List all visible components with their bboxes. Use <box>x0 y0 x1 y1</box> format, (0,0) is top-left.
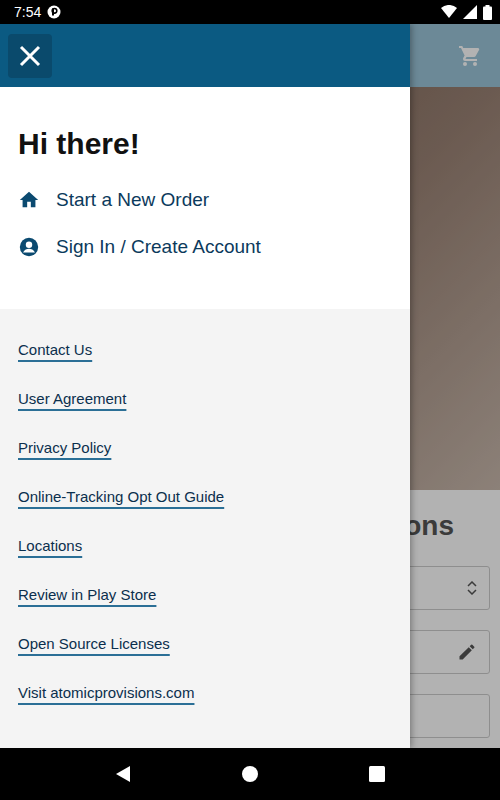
back-icon[interactable] <box>114 765 132 783</box>
signal-icon <box>463 5 477 19</box>
drawer-link[interactable]: Contact Us <box>18 337 92 362</box>
close-icon <box>18 44 42 68</box>
drawer-link[interactable]: Review in Play Store <box>18 582 156 607</box>
drawer-header <box>0 24 410 87</box>
navigation-drawer: Hi there! Start a New Order Sign In / Crea… <box>0 24 410 748</box>
screen: 7:54ionsHi there!Start a New OrderSign I… <box>0 0 500 800</box>
status-time: 7:54 <box>14 4 41 20</box>
drawer-link[interactable]: User Agreement <box>18 386 126 411</box>
drawer-link[interactable]: Online-Tracking Opt Out Guide <box>18 484 224 509</box>
status-bar: 7:54 <box>0 0 500 24</box>
greeting: Hi there! <box>18 127 392 161</box>
drawer-link[interactable]: Open Source Licenses <box>18 631 170 656</box>
home-button-icon[interactable] <box>241 765 259 783</box>
drawer-action[interactable]: Sign In / Create Account <box>18 230 392 263</box>
close-button[interactable] <box>8 34 52 78</box>
drawer-link[interactable]: Privacy Policy <box>18 435 111 460</box>
drawer-action[interactable]: Start a New Order <box>18 183 392 216</box>
link-list: Contact Us User Agreement Privacy Policy On… <box>0 309 410 733</box>
wifi-icon <box>441 5 457 19</box>
main-area: ionsHi there!Start a New OrderSign In / … <box>0 24 500 748</box>
battery-icon <box>483 5 492 20</box>
drawer-link[interactable]: Visit atomicprovisions.com <box>18 680 194 705</box>
drawer-link[interactable]: Locations <box>18 533 82 558</box>
welcome-section: Hi there! Start a New Order Sign In / Crea… <box>0 87 410 309</box>
recents-icon[interactable] <box>368 765 386 783</box>
notification-icon <box>47 5 61 19</box>
account-icon <box>18 236 40 258</box>
navigation-bar <box>0 748 500 800</box>
home-icon <box>18 189 40 211</box>
